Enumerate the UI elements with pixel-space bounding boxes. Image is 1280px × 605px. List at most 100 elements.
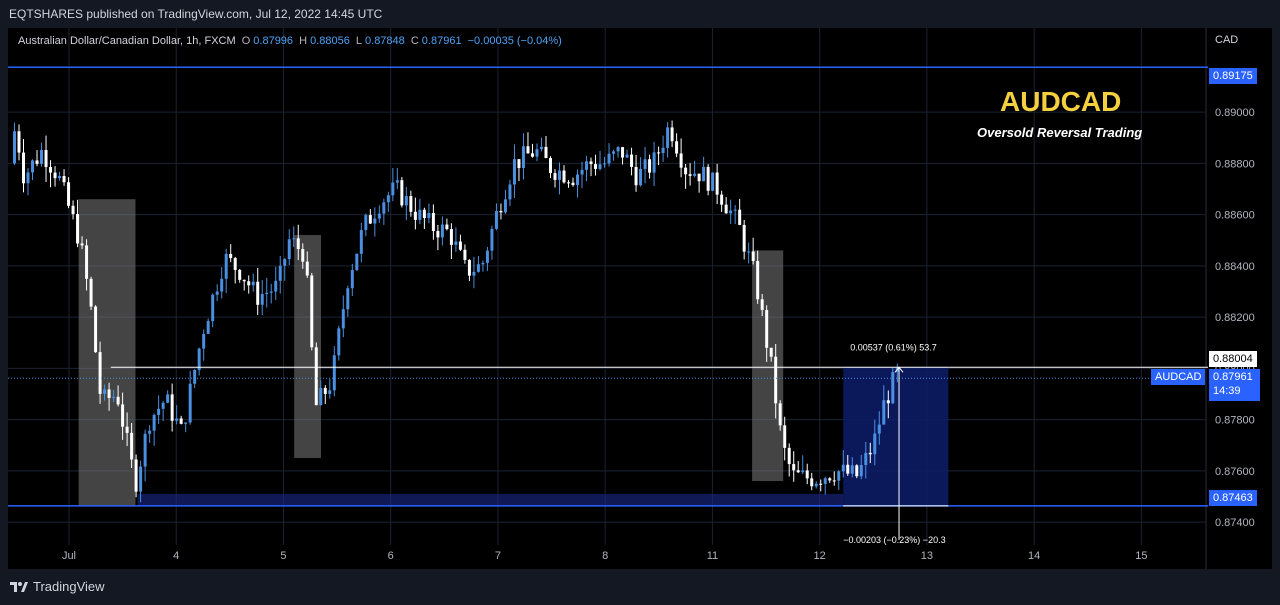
candle-body — [503, 199, 507, 213]
candle-body — [693, 173, 697, 176]
last-price: 0.87961 — [1213, 371, 1253, 383]
candle-body — [467, 259, 471, 276]
candle-body — [783, 425, 787, 448]
candle-body — [589, 161, 593, 165]
x-tick-label: 13 — [921, 550, 933, 562]
candle-body — [382, 202, 386, 214]
candle-body — [765, 310, 769, 348]
candle-body — [427, 212, 431, 219]
candle-body — [652, 152, 656, 173]
y-tick-label: 0.88600 — [1215, 210, 1255, 222]
candle-body — [679, 153, 683, 168]
footer-brand[interactable]: TradingView — [10, 579, 105, 594]
candle-body — [53, 172, 57, 179]
chart-subtitle-annotation[interactable]: Oversold Reversal Trading — [977, 125, 1142, 140]
chart-title-annotation[interactable]: AUDCAD — [1000, 86, 1121, 118]
resistance-price-tag: 0.89175 — [1209, 68, 1257, 84]
candle-body — [891, 372, 895, 404]
candle-body — [188, 383, 192, 423]
candle-body — [792, 464, 796, 471]
candle-body — [715, 172, 719, 195]
y-tick-label: 0.87600 — [1215, 466, 1255, 478]
candle-body — [648, 159, 652, 173]
candle-body — [13, 131, 17, 164]
candle-body — [616, 147, 620, 152]
brand-name: TradingView — [33, 579, 105, 594]
candle-body — [337, 328, 341, 356]
candle-body — [630, 154, 634, 167]
open-value: 0.87996 — [253, 35, 294, 47]
x-tick-label: 15 — [1135, 550, 1147, 562]
candle-body — [436, 230, 440, 238]
candle-body — [805, 470, 809, 479]
low-label: L — [355, 35, 363, 47]
x-tick-label: 7 — [495, 550, 501, 562]
measure-top-price-tag: 0.88004 — [1209, 351, 1257, 367]
candle-body — [184, 422, 188, 424]
candle-body — [846, 464, 850, 474]
candle-body — [621, 147, 625, 158]
candle-body — [292, 238, 296, 240]
candle-body — [594, 164, 598, 169]
x-tick-label: 14 — [1028, 550, 1040, 562]
candle-body — [499, 210, 503, 213]
candle-body — [720, 194, 724, 205]
y-tick-label: 0.88400 — [1215, 261, 1255, 273]
candle-body — [751, 251, 755, 261]
candle-body — [166, 394, 170, 403]
x-tick-label: 6 — [388, 550, 394, 562]
candle-body — [85, 245, 89, 279]
candle-body — [539, 146, 543, 150]
candle-body — [112, 396, 116, 398]
candle-body — [684, 167, 688, 175]
candle-body — [193, 369, 197, 384]
candle-body — [828, 478, 832, 481]
candle-body — [657, 152, 661, 154]
tradingview-logo-icon — [10, 581, 28, 592]
candle-body — [161, 402, 165, 409]
candle-body — [76, 214, 80, 244]
candle-body — [400, 180, 404, 206]
x-tick-label: 12 — [814, 550, 826, 562]
candle-body — [472, 271, 476, 276]
candle-body — [170, 394, 174, 421]
candle-body — [94, 306, 98, 353]
candle-body — [17, 131, 21, 153]
candle-body — [278, 265, 282, 281]
candle-body — [386, 195, 390, 203]
candle-body — [256, 281, 260, 305]
candle-body — [40, 150, 44, 164]
candle-body — [391, 182, 395, 196]
candle-body — [157, 408, 161, 415]
candle-body — [742, 224, 746, 252]
candle-body — [458, 241, 462, 250]
high-value: 0.88056 — [310, 35, 350, 47]
candle-body — [62, 176, 66, 183]
candle-body — [116, 396, 120, 405]
candle-body — [508, 184, 512, 200]
y-tick-label: 0.87800 — [1215, 415, 1255, 427]
x-tick-label: 11 — [707, 550, 718, 562]
y-tick-label: 0.87400 — [1215, 517, 1255, 529]
candle-body — [179, 418, 183, 424]
candle-body — [58, 176, 62, 179]
x-tick-label: 5 — [280, 550, 286, 562]
candle-body — [71, 205, 75, 215]
candle-body — [796, 470, 800, 473]
candle-body — [301, 248, 305, 262]
candle-body — [661, 147, 665, 153]
candle-body — [373, 218, 377, 224]
candle-body — [859, 464, 863, 477]
candle-body — [463, 249, 467, 260]
candle-body — [152, 414, 156, 431]
candle-body — [634, 166, 638, 186]
symbol-legend[interactable]: Australian Dollar/Canadian Dollar, 1h, F… — [18, 35, 565, 47]
candle-body — [296, 238, 300, 249]
candle-body — [202, 333, 206, 349]
candle-body — [567, 182, 571, 184]
candle-body — [67, 182, 71, 206]
candle-body — [729, 210, 733, 214]
candle-body — [787, 447, 791, 465]
candle-body — [738, 209, 742, 225]
candle-body — [557, 170, 561, 180]
